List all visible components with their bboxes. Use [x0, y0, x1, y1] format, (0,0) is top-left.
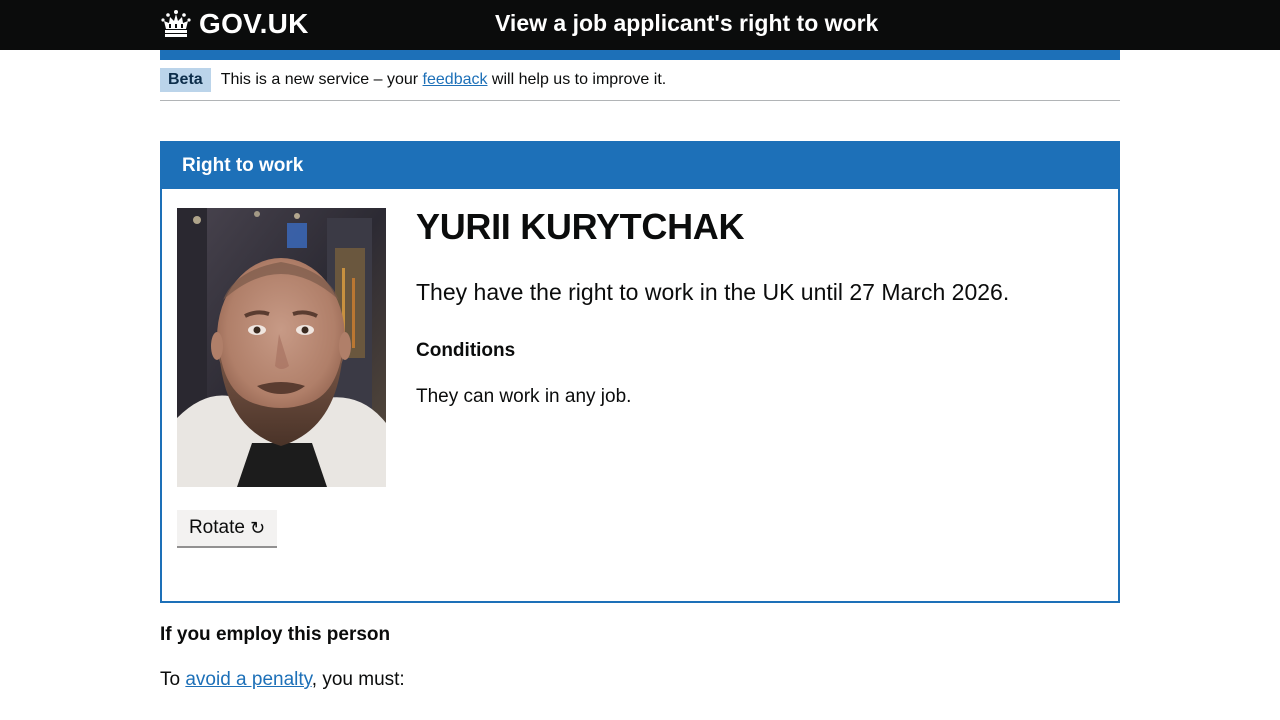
conditions-text: They can work in any job.: [416, 386, 632, 407]
beta-tag: Beta: [160, 68, 211, 92]
avoid-penalty-link[interactable]: avoid a penalty: [185, 669, 311, 690]
conditions-heading: Conditions: [416, 340, 516, 361]
penalty-text-before: To: [160, 669, 186, 690]
panel-title: Right to work: [162, 143, 1118, 189]
header-blue-underline: [160, 50, 1120, 60]
penalty-instruction: To avoid a penalty, you must:: [160, 669, 405, 691]
rotate-clockwise-icon: ↻: [249, 517, 266, 539]
logo-text: GOV.UK: [199, 8, 309, 39]
feedback-link[interactable]: feedback: [423, 71, 488, 88]
phase-text-before: This is a new service – your: [220, 71, 423, 88]
govuk-logo-link[interactable]: GOV.UK: [160, 6, 309, 42]
phase-banner: Beta This is a new service – your feedba…: [160, 60, 1120, 101]
right-to-work-status: They have the right to work in the UK un…: [416, 279, 1010, 305]
site-header: GOV.UK View a job applicant's right to w…: [0, 0, 1280, 50]
service-name[interactable]: View a job applicant's right to work: [495, 10, 878, 37]
rotate-button[interactable]: Rotate ↻: [177, 510, 277, 548]
person-name: YURII KURYTCHAK: [416, 206, 745, 247]
phase-text-after: will help us to improve it.: [487, 71, 667, 88]
penalty-text-after: , you must:: [311, 669, 405, 690]
rotate-label: Rotate: [188, 517, 245, 538]
employ-section-heading: If you employ this person: [160, 624, 391, 645]
right-to-work-panel: Right to work Rotate ↻ YURII KURYTCHAK T…: [160, 141, 1120, 603]
crown-icon: [161, 10, 191, 37]
phase-banner-text: This is a new service – your feedback wi…: [221, 71, 667, 89]
applicant-photo: [177, 208, 386, 487]
